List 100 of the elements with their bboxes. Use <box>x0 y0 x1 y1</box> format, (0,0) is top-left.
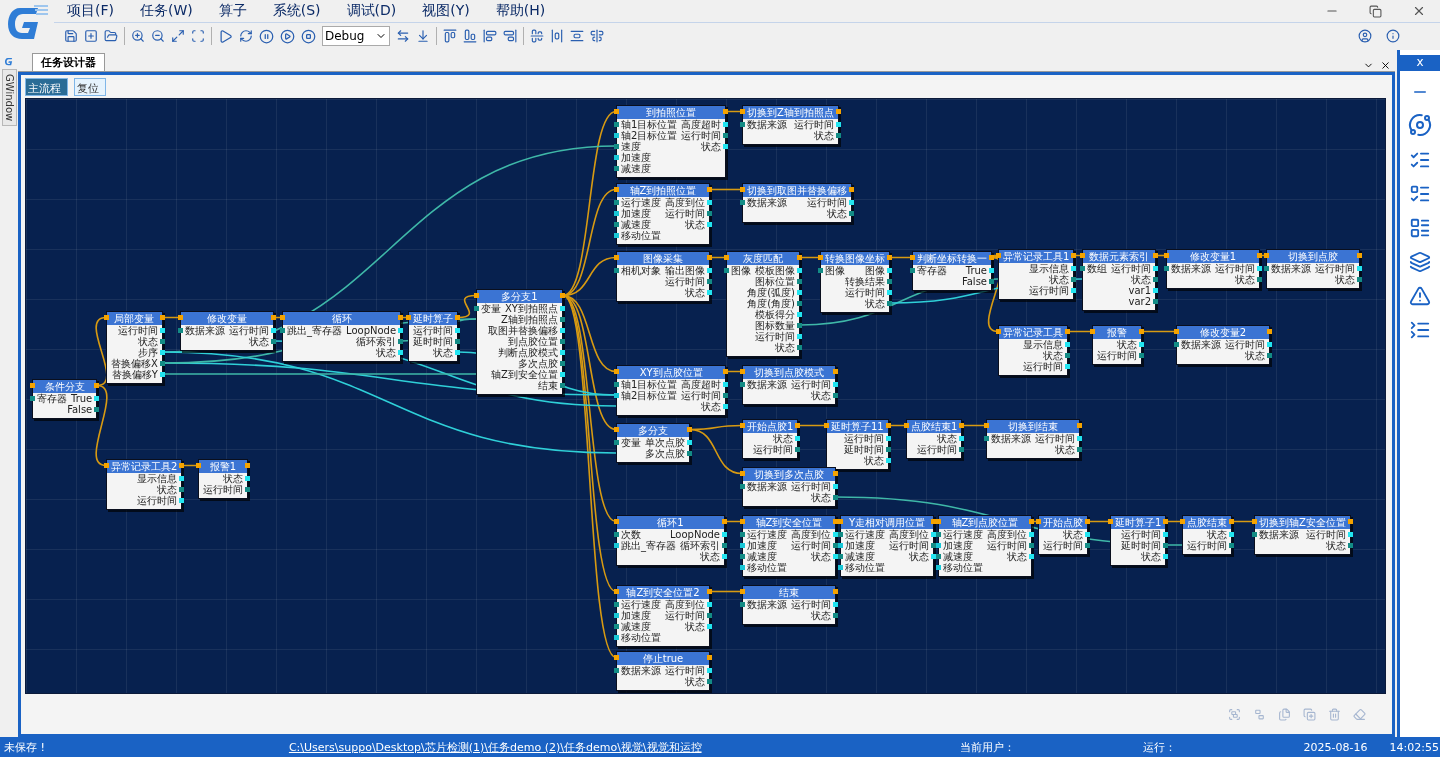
port-handle[interactable] <box>614 427 619 432</box>
port-handle[interactable] <box>474 293 479 298</box>
port-handle[interactable] <box>1029 554 1034 559</box>
flow-node[interactable]: 局部变量 运行时间 状态 步序 替换偏移X 替换偏移Y <box>106 311 163 384</box>
port-handle[interactable] <box>687 451 692 456</box>
port-handle[interactable] <box>797 301 802 306</box>
port-handle[interactable] <box>887 279 892 284</box>
download-icon[interactable] <box>416 29 430 43</box>
port-handle[interactable] <box>740 109 745 114</box>
port-handle[interactable] <box>614 519 619 524</box>
port-handle[interactable] <box>707 211 712 216</box>
port-handle[interactable] <box>94 383 100 388</box>
port-handle[interactable] <box>740 369 745 374</box>
port-handle[interactable] <box>740 122 745 127</box>
menu-item[interactable]: 调试(D) <box>333 2 410 20</box>
align-right-icon[interactable] <box>503 29 517 43</box>
port-handle[interactable] <box>614 255 619 260</box>
file-path-link[interactable]: C:\Users\suppo\Desktop\芯片检测(1)\任务demo (2)\任务demo\视觉\视觉和运控 <box>288 739 702 755</box>
port-handle[interactable] <box>740 200 745 205</box>
port-handle[interactable] <box>178 315 183 320</box>
port-handle[interactable] <box>614 369 619 374</box>
port-handle[interactable] <box>614 109 619 114</box>
eraser-icon[interactable] <box>1353 708 1366 721</box>
save-icon[interactable] <box>64 29 78 43</box>
port-handle[interactable] <box>614 532 619 537</box>
flow-tab[interactable]: 复位 <box>74 78 106 96</box>
port-handle[interactable] <box>835 109 841 114</box>
port-handle[interactable] <box>824 423 829 428</box>
flow-node[interactable]: 异常记录工具 显示信息 状态 运行时间 <box>998 325 1068 376</box>
port-handle[interactable] <box>849 211 854 216</box>
port-handle[interactable] <box>1077 436 1082 441</box>
port-handle[interactable] <box>833 613 838 618</box>
port-handle[interactable] <box>887 290 892 295</box>
flow-node[interactable]: 切换到Z轴到拍照点 数据来源 运行时间 状态 <box>742 105 839 145</box>
distribute-icon[interactable] <box>570 29 584 43</box>
port-handle[interactable] <box>849 200 854 205</box>
port-handle[interactable] <box>1065 353 1070 358</box>
ungroup-icon[interactable] <box>1253 708 1266 721</box>
flow-node[interactable]: 修改变量2 数据来源 运行时间 状态 <box>1176 325 1270 365</box>
orbit-icon[interactable] <box>1408 113 1432 137</box>
port-handle[interactable] <box>797 334 802 339</box>
port-handle[interactable] <box>707 602 712 607</box>
copy-icon[interactable] <box>1278 708 1291 721</box>
port-handle[interactable] <box>740 519 745 524</box>
flow-node[interactable]: 切换到结束 数据来源 运行时间 状态 <box>986 419 1080 459</box>
port-handle[interactable] <box>1164 253 1169 258</box>
pause-icon[interactable] <box>259 28 274 44</box>
flow-node[interactable]: 灰度匹配 图像 模板图像 图标位置 角度(弧度) 角度(角度) 模板得分 图标数量 运行时间 状态 <box>726 251 800 357</box>
fit-icon[interactable] <box>191 29 205 43</box>
flow-node[interactable]: 切换到点胶 数据来源 运行时间 状态 <box>1266 249 1360 289</box>
port-handle[interactable] <box>1153 266 1158 271</box>
port-handle[interactable] <box>455 339 460 344</box>
port-handle[interactable] <box>1090 329 1095 334</box>
warning-icon[interactable] <box>1409 285 1431 307</box>
align-center-icon[interactable] <box>530 29 544 43</box>
port-handle[interactable] <box>1139 342 1144 347</box>
port-handle[interactable] <box>614 440 619 445</box>
flow-node[interactable]: 循环 跳出_寄存器 LoopNode 循环索引 状态 <box>282 311 402 362</box>
flow-node[interactable]: 切换到多次点胶 数据来源 运行时间 状态 <box>742 467 836 507</box>
port-handle[interactable] <box>614 589 619 594</box>
port-handle[interactable] <box>196 463 201 468</box>
port-handle[interactable] <box>614 155 619 160</box>
mode-dropdown[interactable]: Debug <box>322 26 390 46</box>
flow-node[interactable]: 报警 状态 运行时间 <box>1092 325 1142 365</box>
port-handle[interactable] <box>833 602 838 607</box>
port-handle[interactable] <box>833 484 838 489</box>
port-handle[interactable] <box>885 423 891 428</box>
port-handle[interactable] <box>707 200 712 205</box>
port-handle[interactable] <box>707 624 712 629</box>
menu-item[interactable]: 视图(Y) <box>409 2 483 20</box>
port-handle[interactable] <box>614 200 619 205</box>
port-handle[interactable] <box>722 554 727 559</box>
flow-node[interactable]: 停止true 数据来源 运行时间 状态 <box>616 651 710 691</box>
port-handle[interactable] <box>818 268 823 273</box>
port-handle[interactable] <box>559 293 565 298</box>
port-handle[interactable] <box>1029 532 1034 537</box>
flow-node[interactable]: 修改变量 数据来源 运行时间 状态 <box>180 311 274 351</box>
flow-node[interactable]: Y走相对调用位置 运行速度 高度到位 加速度 运行时间 减速度 状态 移动位置 <box>840 515 934 577</box>
flow-node[interactable]: 轴Z到安全位置 运行速度 高度到位 加速度 运行时间 减速度 状态 移动位置 <box>742 515 836 577</box>
port-handle[interactable] <box>707 187 712 192</box>
port-handle[interactable] <box>104 315 109 320</box>
stop-icon[interactable] <box>301 28 316 44</box>
zoom-out-icon[interactable] <box>151 29 165 43</box>
expand-icon[interactable] <box>171 29 185 43</box>
port-handle[interactable] <box>797 279 802 284</box>
port-handle[interactable] <box>1029 543 1034 548</box>
port-handle[interactable] <box>614 602 619 607</box>
flow-node[interactable]: 开始点胶1 状态 运行时间 <box>742 419 799 459</box>
paste-icon[interactable] <box>1303 708 1316 721</box>
port-handle[interactable] <box>795 423 801 428</box>
flow-node[interactable]: 延时算子1 运行时间 延时时间 状态 <box>1110 515 1167 566</box>
port-handle[interactable] <box>455 328 460 333</box>
list-icon[interactable] <box>1409 319 1431 341</box>
port-handle[interactable] <box>887 268 892 273</box>
port-handle[interactable] <box>30 383 35 388</box>
port-handle[interactable] <box>818 255 823 260</box>
flow-node[interactable]: 转换图像坐标 图像 图像 转换结果 运行时间 状态 <box>820 251 890 313</box>
port-handle[interactable] <box>833 369 838 374</box>
port-handle[interactable] <box>740 484 745 489</box>
port-handle[interactable] <box>984 423 989 428</box>
